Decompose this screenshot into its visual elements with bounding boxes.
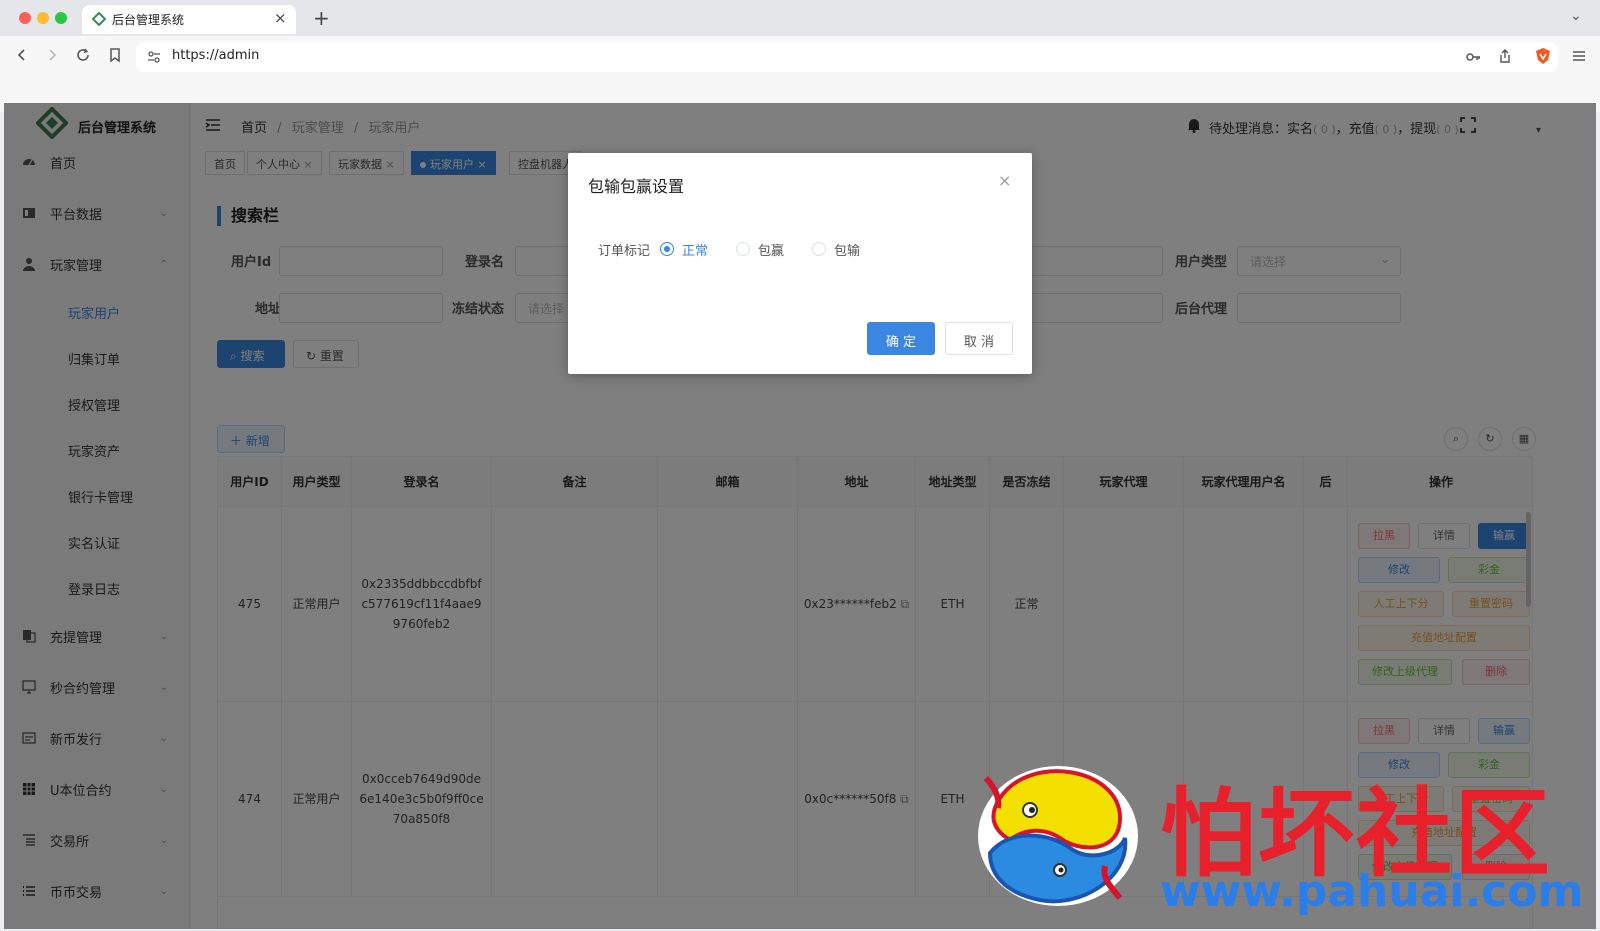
browser-menu-icon[interactable] (1571, 48, 1587, 64)
cancel-button[interactable]: 取 消 (945, 322, 1013, 355)
site-favicon-icon (92, 12, 106, 26)
order-mark-label: 订单标记 (598, 244, 651, 259)
dialog-title: 包输包赢设置 (588, 177, 685, 196)
reload-icon[interactable] (75, 47, 91, 63)
watermark-url: www.pahuai.com (1160, 866, 1584, 917)
share-icon[interactable] (1497, 48, 1513, 64)
radio-unchecked-icon[interactable] (812, 242, 826, 256)
window-close-control[interactable] (19, 12, 31, 24)
radio-checked-icon[interactable] (660, 242, 674, 256)
forward-arrow-icon[interactable] (44, 47, 60, 63)
bookmark-icon[interactable] (107, 47, 123, 63)
tab-list-chevron-icon[interactable]: ⌄ (1570, 8, 1582, 24)
key-icon[interactable] (1465, 49, 1481, 65)
close-icon[interactable]: × (998, 171, 1011, 190)
new-tab-icon[interactable]: + (313, 6, 330, 30)
confirm-button[interactable]: 确 定 (867, 322, 935, 355)
browser-tab-title: 后台管理系统 (112, 13, 185, 27)
back-arrow-icon[interactable] (14, 47, 30, 63)
radio-unchecked-icon[interactable] (736, 242, 750, 256)
window-minimize-control[interactable] (37, 12, 49, 24)
brave-shield-icon[interactable] (1534, 47, 1552, 65)
address-bar[interactable] (136, 42, 1558, 72)
tab-close-icon[interactable]: × (274, 9, 287, 27)
site-settings-icon[interactable] (146, 49, 162, 65)
fish-logo-icon (978, 766, 1138, 906)
url-text[interactable]: https://admin (172, 48, 259, 63)
win-lose-settings-dialog: 包输包赢设置 × 订单标记 正常 包赢 包输 确 定 取 消 (568, 153, 1032, 374)
window-zoom-control[interactable] (55, 12, 67, 24)
